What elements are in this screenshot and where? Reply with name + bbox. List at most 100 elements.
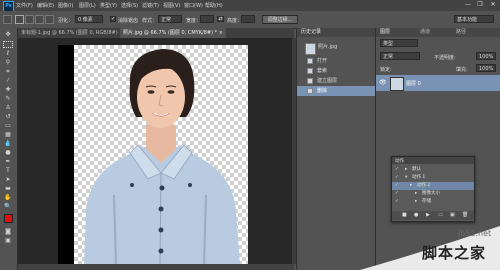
snapshot-name: 照片.jpg [318, 44, 338, 50]
menu-file[interactable]: 文件(F) [16, 2, 33, 9]
tab-layers[interactable]: 图层 [380, 28, 390, 37]
pen-tool-icon[interactable]: ✒ [3, 158, 13, 166]
check-icon[interactable]: ✓ [395, 174, 399, 182]
foreground-color-swatch[interactable] [4, 214, 13, 223]
layer-row[interactable]: 👁 图层 0 [376, 75, 500, 91]
menu-select[interactable]: 选择(S) [121, 2, 138, 9]
history-item[interactable]: 打开 [297, 56, 375, 66]
expand-triangle-icon[interactable]: ▸ [405, 166, 407, 174]
workspace-select[interactable]: 基本功能 [454, 15, 494, 23]
history-item-label: 套索 [317, 68, 328, 74]
new-action-icon[interactable]: ▣ [450, 212, 455, 218]
new-selection-icon[interactable] [15, 15, 24, 24]
subtract-selection-icon[interactable] [35, 15, 44, 24]
watermark-url: jb51.net [458, 229, 492, 238]
tab-untitled[interactable]: 未标题-1.jpg @ 66.7% (图层 0, RGB/8#) × [18, 28, 123, 38]
history-brush-tool-icon[interactable]: ↺ [3, 113, 13, 121]
dodge-tool-icon[interactable]: ● [3, 149, 13, 157]
layer-kind-filter[interactable]: 类型 [380, 39, 418, 47]
shape-tool-icon[interactable]: ▬ [3, 185, 13, 193]
screen-mode-icon[interactable]: ▣ [3, 237, 13, 245]
action-item[interactable]: ✓ ▸ 存储 [392, 198, 474, 206]
stop-icon[interactable]: ■ [402, 212, 407, 218]
action-item[interactable]: ✓ ▸ 图像大小 [392, 190, 474, 198]
record-icon[interactable]: ● [414, 212, 418, 218]
close-button[interactable]: ✕ [488, 1, 498, 9]
layers-panel-header: 图层 通道 路径 [376, 28, 500, 37]
action-item[interactable]: ✓ ▸ 默认 [392, 166, 474, 174]
marquee-tool-icon[interactable] [3, 41, 13, 48]
fill-input[interactable]: 100% [476, 64, 496, 72]
width-label: 宽度： [186, 18, 202, 24]
quick-mask-icon[interactable]: ◙ [3, 228, 13, 236]
menu-type[interactable]: 类型(Y) [100, 2, 117, 9]
quick-select-tool-icon[interactable]: ⚲ [3, 59, 13, 67]
add-selection-icon[interactable] [25, 15, 34, 24]
eraser-tool-icon[interactable]: ▭ [3, 122, 13, 130]
menu-edit[interactable]: 编辑(E) [37, 2, 54, 9]
menu-view[interactable]: 视图(V) [163, 2, 180, 9]
eye-icon[interactable]: 👁 [379, 79, 387, 86]
feather-input[interactable]: 0 像素 [75, 15, 103, 23]
lasso-tool-icon[interactable]: ℓ [3, 50, 13, 58]
path-select-tool-icon[interactable]: ➤ [3, 176, 13, 184]
menu-help[interactable]: 帮助(H) [205, 2, 223, 9]
menu-filter[interactable]: 滤镜(T) [142, 2, 159, 9]
width-input[interactable] [200, 15, 214, 23]
menu-image[interactable]: 图像(I) [58, 2, 73, 9]
swap-dimensions-icon[interactable]: ⇄ [217, 16, 224, 22]
action-item[interactable]: ✓ ▾ 动作 1 [392, 174, 474, 182]
expand-triangle-icon[interactable]: ▸ [415, 190, 417, 198]
check-icon[interactable]: ✓ [395, 182, 399, 190]
history-item-selected[interactable]: 删除 [297, 86, 375, 96]
brush-tool-icon[interactable]: ✎ [3, 95, 13, 103]
history-tab[interactable]: 历史记录 [301, 28, 321, 37]
tab-photo[interactable]: 照片.jpg @ 66.7% (图层 0, CMYK/8#) * × [120, 28, 226, 38]
check-icon[interactable]: ✓ [395, 198, 399, 206]
healing-brush-tool-icon[interactable]: ✚ [3, 86, 13, 94]
style-label: 样式： [142, 18, 158, 24]
crop-tool-icon[interactable]: ⌗ [3, 68, 13, 76]
check-icon[interactable]: ✓ [395, 190, 399, 198]
history-item-label: 删除 [317, 88, 328, 94]
antialias-checkbox[interactable]: ✓ [110, 16, 116, 22]
tab-paths[interactable]: 路径 [456, 28, 466, 37]
expand-triangle-icon[interactable]: ▸ [415, 198, 417, 206]
blur-tool-icon[interactable]: 💧 [3, 140, 13, 148]
fill-label: 填充: [456, 67, 468, 73]
minimize-button[interactable]: — [463, 1, 473, 9]
opacity-input[interactable]: 100% [476, 52, 496, 60]
check-icon[interactable]: ✓ [395, 166, 399, 174]
zoom-tool-icon[interactable]: 🔍 [3, 203, 13, 211]
style-select[interactable]: 正常 [158, 15, 182, 23]
tab-channels[interactable]: 通道 [420, 28, 430, 37]
menu-layer[interactable]: 图层(L) [79, 2, 96, 9]
expand-triangle-icon[interactable]: ▾ [405, 174, 407, 182]
history-item[interactable]: 建立图层 [297, 76, 375, 86]
action-item-selected[interactable]: ✓ ▸ 动作 2 [392, 182, 474, 190]
gradient-tool-icon[interactable]: ▦ [3, 131, 13, 139]
history-snapshot[interactable]: 照片.jpg [297, 42, 375, 55]
blend-mode-select[interactable]: 正常 [380, 52, 420, 60]
actions-panel-header: 动作 [392, 157, 474, 164]
marquee-tool-preset-icon[interactable] [3, 15, 12, 24]
eyedropper-tool-icon[interactable]: ⁄ [3, 77, 13, 85]
hand-tool-icon[interactable]: ✋ [3, 194, 13, 202]
trash-icon[interactable]: 🗑 [462, 212, 468, 218]
height-input[interactable] [241, 15, 255, 23]
play-icon[interactable]: ▶ [426, 212, 430, 218]
shirt-button [158, 248, 164, 254]
menu-window[interactable]: 窗口(W) [184, 2, 203, 9]
tools-panel: ✥ ℓ ⚲ ⌗ ⁄ ✚ ✎ ♙ ↺ ▭ ▦ 💧 ● ✒ T ➤ ▬ ✋ 🔍 ◙ … [0, 28, 18, 270]
clone-stamp-tool-icon[interactable]: ♙ [3, 104, 13, 112]
move-tool-icon[interactable]: ✥ [3, 31, 13, 39]
type-tool-icon[interactable]: T [3, 167, 13, 175]
expand-triangle-icon[interactable]: ▸ [410, 182, 412, 190]
new-set-icon[interactable]: ▭ [438, 212, 443, 218]
feather-label: 羽化： [58, 18, 74, 24]
restore-button[interactable]: ❐ [475, 1, 485, 9]
history-item[interactable]: 套索 [297, 66, 375, 76]
intersect-selection-icon[interactable] [45, 15, 54, 24]
history-item-label: 打开 [317, 58, 328, 64]
refine-edge-button[interactable]: 调整边缘... [262, 15, 298, 24]
